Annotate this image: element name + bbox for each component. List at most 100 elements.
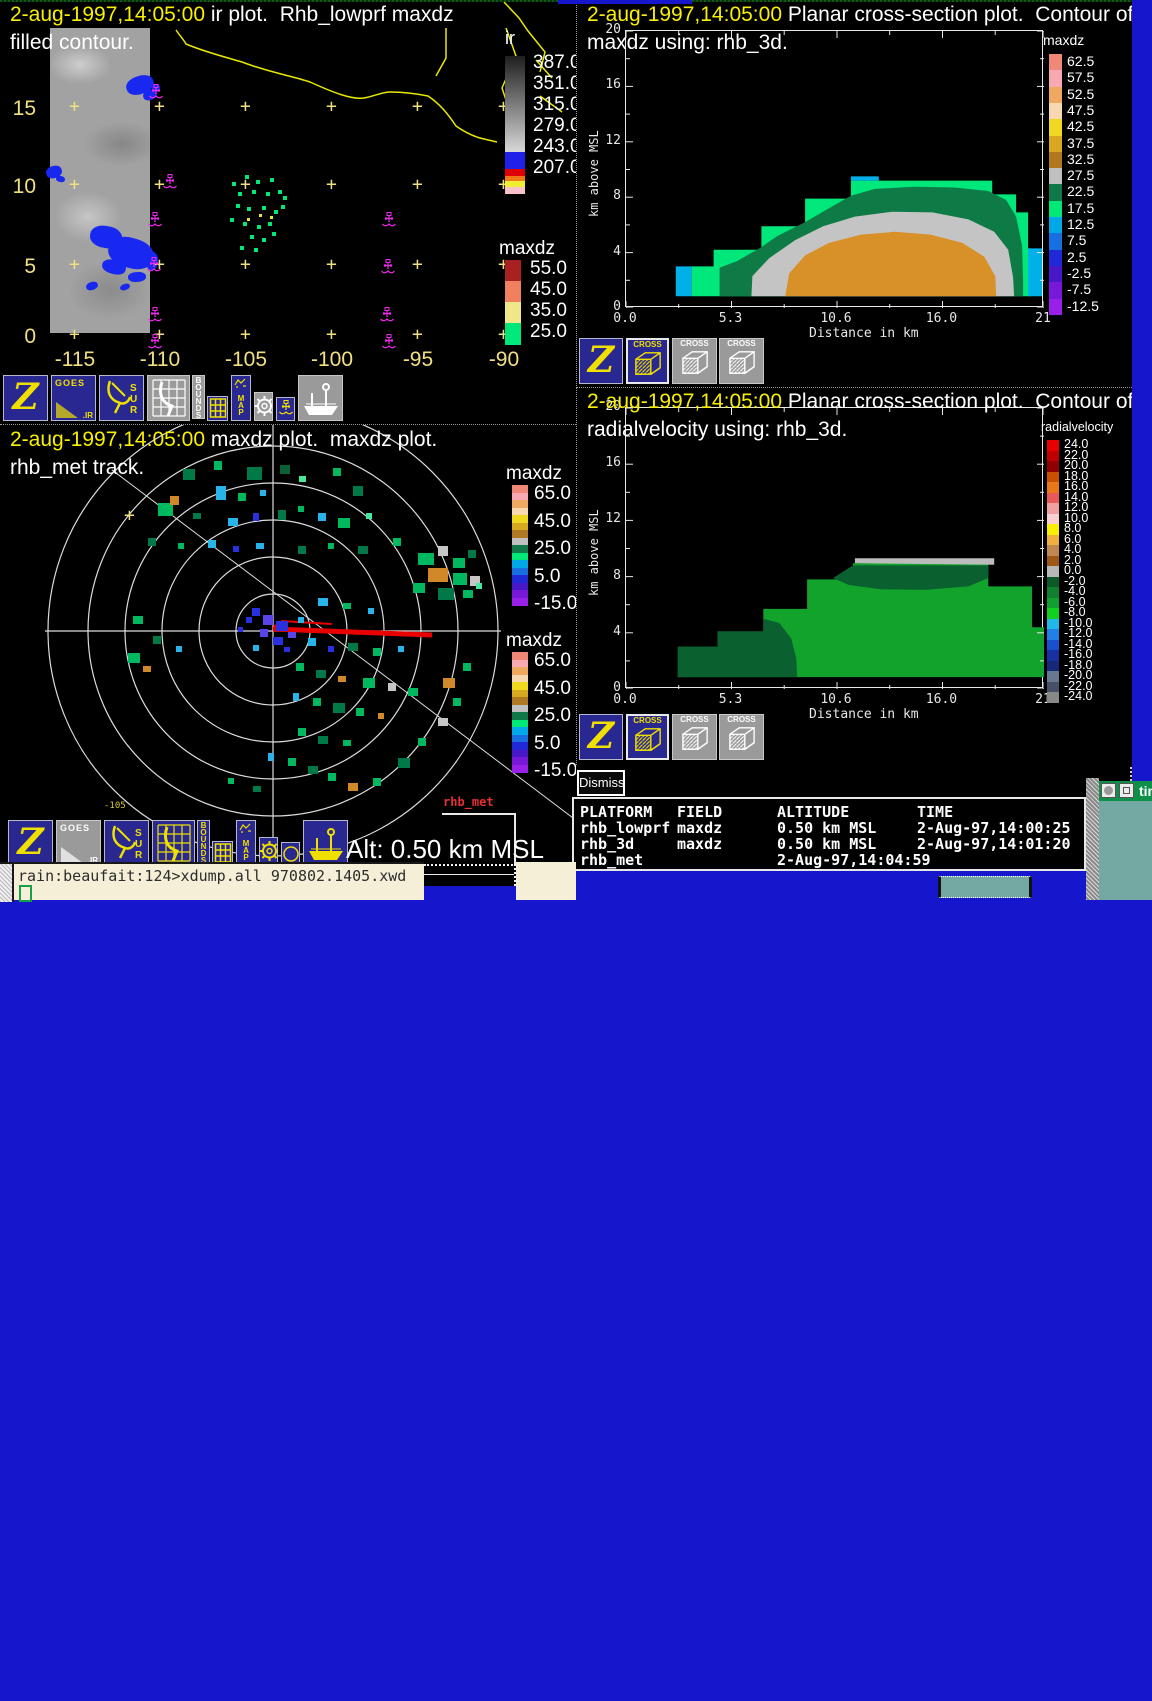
x-axis-label: Distance in km [784,326,944,341]
colorbar-tick: 7.5 [1067,232,1086,248]
toolbar-button-zebra[interactable]: Z [579,338,623,384]
buoy-icon [148,307,162,325]
x-tick-label: 16.0 [916,692,966,707]
colorbar-tick: 45.0 [530,279,567,301]
radar-echo [298,546,306,554]
colorbar-tick: 207.0 [533,157,576,179]
buoy-icon [147,257,161,275]
colorbar-segment [1047,661,1059,672]
lon-tick-label: -100 [302,348,362,372]
lon-tick-label: -105 [216,348,276,372]
grid-mark: + [326,174,337,195]
toolbar-button-zebra[interactable]: Z [579,714,623,760]
colorbar-tick: 62.5 [1067,53,1094,69]
platform-info-window: PLATFORMFIELDALTITUDETIMErhb_lowprfmaxdz… [572,797,1086,871]
radar-echo [238,627,243,632]
radar-echo [428,568,448,582]
buoy-icon [163,174,177,192]
grid-mark: + [69,174,80,195]
radar-echo [398,758,410,768]
table-cell: maxdz [677,835,722,853]
terminal-scrollbar[interactable] [0,864,14,902]
colorbar-segment [505,260,521,282]
xsection-plot-area [625,30,1043,307]
colorbar-segment [1047,503,1059,514]
grid-mark: + [69,254,80,275]
colorbar-tick: 5.0 [534,566,560,588]
panel-maxdz-ppi: 2-aug-1997,14:05:00 maxdz plot. maxdz pl… [0,425,576,866]
radar-echo [298,728,306,736]
radar-echo [316,670,326,678]
radialvelocity-colorbar: radialvelocity24.022.020.018.016.014.012… [1039,418,1132,718]
buoy-icon [149,84,163,102]
radar-echo [288,632,296,638]
toolbar-button-cube[interactable]: CROSSSECTION [719,338,764,384]
timestamp: 2-aug-1997,14:05:00 [587,3,782,26]
colorbar-label: maxdz [1043,32,1084,48]
colorbar-segment [1047,545,1059,556]
radar-speck [245,175,249,179]
radar-speck [238,192,242,196]
colorbar-segment [1049,152,1062,169]
x-tick-label: 5.3 [705,692,755,707]
radar-echo [453,558,465,568]
radar-echo [343,740,351,746]
terminal-window[interactable]: rain:beaufait:124>xdump.all 970802.1405.… [0,862,424,900]
toolbar-button-cube[interactable]: CROSSSECTION [672,714,717,760]
radar-echo [398,646,404,652]
colorbar-tick: 35.0 [530,300,567,322]
radar-speck [232,182,236,186]
radar-echo [246,617,252,623]
toolbar-button-cube[interactable]: CROSSSECTION [626,714,669,760]
window-title: tim [1139,783,1152,799]
colorbar-segment [1049,201,1062,218]
colorbar-tick: 32.5 [1067,151,1094,167]
maxdz-colorbar: maxdz62.557.552.547.542.537.532.527.522.… [1045,30,1132,330]
colorbar-segment [505,152,525,169]
dismiss-button[interactable]: Dismiss [577,770,625,796]
colorbar-segment [1049,250,1062,267]
radar-speck [230,218,234,222]
grid-mark: + [69,324,80,345]
colorbar-segment [512,598,528,606]
window-iconify-button[interactable] [1119,783,1134,798]
colorbar-segment [1049,299,1062,316]
colorbar-tick: 25.0 [534,705,571,727]
radar-echo [298,506,304,512]
radar-echo [418,553,434,565]
zebra-display-window: ++++++++++++++++++++++++ 2-aug-1997,14:0… [0,0,1132,868]
grid-mark: + [412,254,423,275]
lon-tick-label: -95 [388,348,448,372]
taskbar-fragment [938,876,1032,898]
colorbar-tick: 42.5 [1067,118,1094,134]
radar-echo [170,496,179,505]
colorbar-tick: 17.5 [1067,200,1094,216]
y-tick-label: 16 [595,455,621,470]
radar-echo [228,778,234,784]
colorbar-segment [1049,217,1062,234]
colorbar-segment [1047,587,1059,598]
colorbar-segment [1047,482,1059,493]
toolbar-button-cube[interactable]: CROSSSECTION [719,714,764,760]
x-tick-label: 10.6 [811,692,861,707]
radar-echo [278,510,286,520]
radar-echo [128,653,140,663]
radar-echo [476,583,482,589]
radar-echo [276,621,288,631]
radar-speck [270,178,274,182]
window-menu-button[interactable] [1101,783,1116,798]
toolbar-button-cube[interactable]: CROSSSECTION [672,338,717,384]
colorbar-tick: -2.5 [1067,265,1091,281]
colorbar-gradient [505,56,525,152]
radar-echo [268,753,274,761]
colorbar-tick: 27.5 [1067,167,1094,183]
colorbar-tick: 25.0 [534,538,571,560]
radar-echo [373,648,381,656]
radar-echo [328,773,336,781]
toolbar-button-cube[interactable]: CROSSSECTION [626,338,669,384]
panel-title: 2-aug-1997,14:05:00 maxdz plot. maxdz pl… [10,428,437,452]
colorbar-tick: 45.0 [534,678,571,700]
radar-speck [252,190,256,194]
terminal-prompt: rain:beaufait:124>xdump.all 970802.1405.… [18,867,406,885]
radar-echo [363,678,375,688]
